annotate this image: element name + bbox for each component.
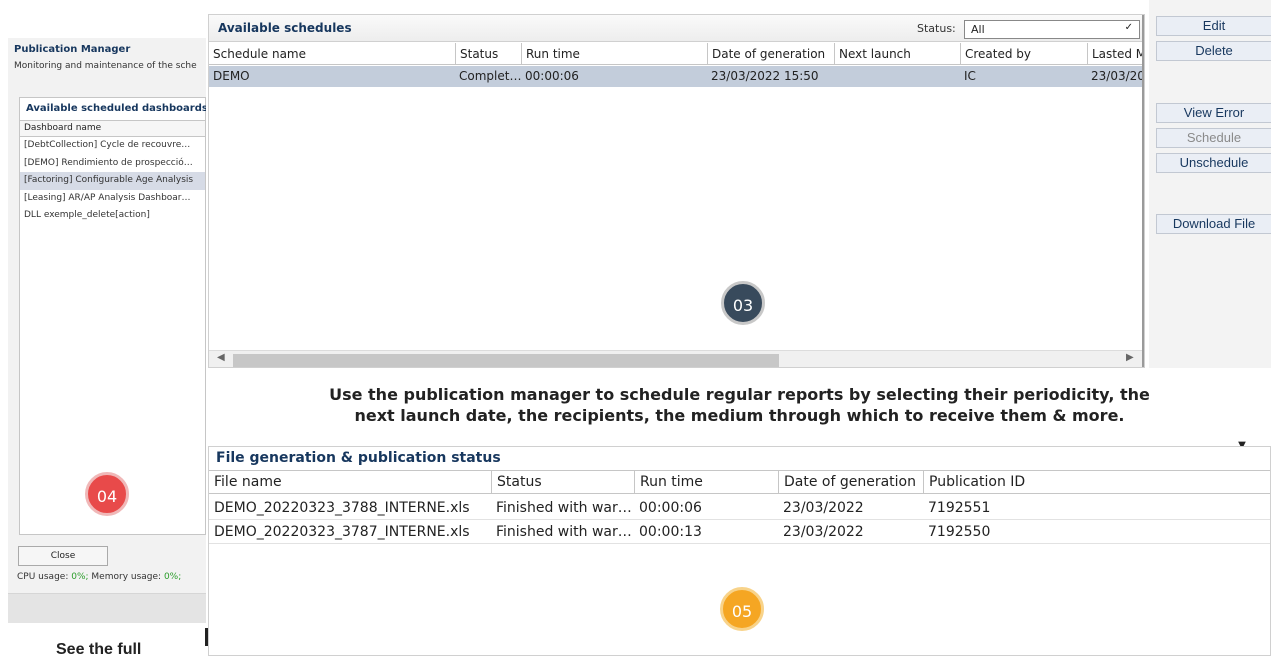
table-row-selected[interactable]: DEMO Complet… 00:00:06 23/03/2022 15:50 … — [209, 66, 1144, 87]
cpu-usage-value: 0%; — [71, 572, 89, 582]
cell-publication-id: 7192551 — [928, 500, 991, 516]
chevron-down-icon: ✓ — [1124, 22, 1133, 33]
dashboard-name-column-header[interactable]: Dashboard name — [20, 120, 205, 137]
memory-usage-label: Memory usage: — [91, 572, 162, 582]
caption-line-1: Use the publication manager to schedule … — [329, 385, 1150, 404]
cell-next-launch — [834, 66, 960, 87]
status-filter-value: All — [971, 23, 985, 36]
memory-usage-value: 0%; — [163, 572, 182, 582]
cell-run-time: 00:00:06 — [639, 500, 702, 516]
cpu-usage-label: CPU usage: — [17, 572, 69, 582]
cell-file-name: DEMO_20220323_3787_INTERNE.xls — [214, 524, 470, 540]
scrollbar-thumb[interactable] — [233, 354, 779, 367]
view-error-button[interactable]: View Error — [1156, 103, 1271, 123]
scroll-right-icon[interactable]: ▶ — [1126, 352, 1134, 363]
column-header[interactable]: Next launch — [834, 43, 960, 65]
dashboard-list-item[interactable]: [Leasing] AR/AP Analysis Dashboar… — [20, 190, 205, 208]
cell-run-time: 00:00:06 — [525, 69, 579, 83]
cell-status: Finished with war… — [496, 524, 632, 540]
description-caption: Use the publication manager to schedule … — [208, 384, 1271, 426]
status-filter-label: Status: — [917, 22, 956, 35]
delete-button[interactable]: Delete — [1156, 41, 1271, 61]
column-header[interactable]: Date of generation — [778, 471, 923, 493]
cell-publication-id: 7192550 — [928, 524, 991, 540]
column-header[interactable]: Status — [491, 471, 634, 493]
cell-last-modified: 23/03/20 — [1091, 69, 1142, 83]
cell-status: Complet… — [459, 69, 521, 83]
available-schedules-panel: Available schedules Status: All ✓ Schedu… — [208, 14, 1145, 368]
cell-created-by: IC — [964, 69, 976, 83]
cell-run-time: 00:00:13 — [639, 524, 702, 540]
file-status-title: File generation & publication status — [216, 450, 501, 466]
scheduled-dashboards-title: Available scheduled dashboards — [26, 103, 206, 114]
panel-divider — [1142, 15, 1144, 367]
panel-subtitle: Monitoring and maintenance of the sche — [14, 61, 197, 71]
unschedule-button[interactable]: Unschedule — [1156, 153, 1271, 173]
status-filter-select[interactable]: All ✓ — [964, 20, 1140, 39]
cell-date-of-generation: 23/03/2022 15:50 — [711, 69, 819, 83]
column-header[interactable]: Run time — [634, 471, 778, 493]
files-table-header: File name Status Run time Date of genera… — [209, 470, 1270, 494]
schedules-empty-area — [209, 87, 1144, 350]
step-badge-05: 05 — [720, 587, 764, 631]
scroll-left-icon[interactable]: ◀ — [217, 352, 225, 363]
step-badge-04: 04 — [85, 472, 129, 516]
dashboard-list-item[interactable]: [DebtCollection] Cycle de recouvre… — [20, 137, 205, 155]
column-header[interactable]: Publication ID — [923, 471, 1270, 493]
cell-date-of-generation: 23/03/2022 — [783, 500, 864, 516]
left-panel-top-strip — [8, 0, 206, 38]
column-header[interactable]: Lasted M — [1087, 43, 1142, 65]
column-header[interactable]: Run time — [521, 43, 707, 65]
caption-line-2: next launch date, the recipients, the me… — [354, 406, 1125, 425]
table-row[interactable]: DEMO_20220323_3787_INTERNE.xls Finished … — [209, 520, 1270, 544]
table-row[interactable]: DEMO_20220323_3788_INTERNE.xls Finished … — [209, 496, 1270, 520]
cell-status: Finished with war… — [496, 500, 632, 516]
column-header[interactable]: Created by — [960, 43, 1087, 65]
publication-manager-panel: Publication Manager Monitoring and maint… — [8, 38, 206, 623]
horizontal-scrollbar[interactable]: ◀ ▶ — [209, 350, 1142, 367]
schedule-button[interactable]: Schedule — [1156, 128, 1271, 148]
dashboard-list-item[interactable]: DLL exemple_delete[action] — [20, 207, 205, 225]
panel-title: Publication Manager — [14, 44, 131, 55]
cell-file-name: DEMO_20220323_3788_INTERNE.xls — [214, 500, 470, 516]
see-full-caption: See the full — [56, 641, 142, 658]
step-badge-03: 03 — [721, 281, 765, 325]
cell-schedule-name: DEMO — [213, 69, 250, 83]
panel-footer — [8, 593, 206, 623]
close-button[interactable]: Close — [18, 546, 108, 566]
resource-usage: CPU usage: 0%; Memory usage: 0%; — [17, 572, 181, 582]
column-header[interactable]: Schedule name — [209, 43, 455, 65]
edit-button[interactable]: Edit — [1156, 16, 1271, 36]
cell-date-of-generation: 23/03/2022 — [783, 524, 864, 540]
column-header[interactable]: Date of generation — [707, 43, 834, 65]
schedules-header: Available schedules Status: All ✓ — [209, 15, 1144, 42]
column-header[interactable]: Status — [455, 43, 521, 65]
download-file-button[interactable]: Download File — [1156, 214, 1271, 234]
dashboard-list-item-selected[interactable]: [Factoring] Configurable Age Analysis — [20, 172, 205, 190]
schedules-title: Available schedules — [218, 21, 352, 35]
schedules-table-header: Schedule name Status Run time Date of ge… — [209, 43, 1144, 65]
dashboard-list-item[interactable]: [DEMO] Rendimiento de prospecció… — [20, 155, 205, 173]
column-header[interactable]: File name — [209, 471, 491, 493]
scheduled-dashboards-box: Available scheduled dashboards Dashboard… — [19, 97, 206, 535]
